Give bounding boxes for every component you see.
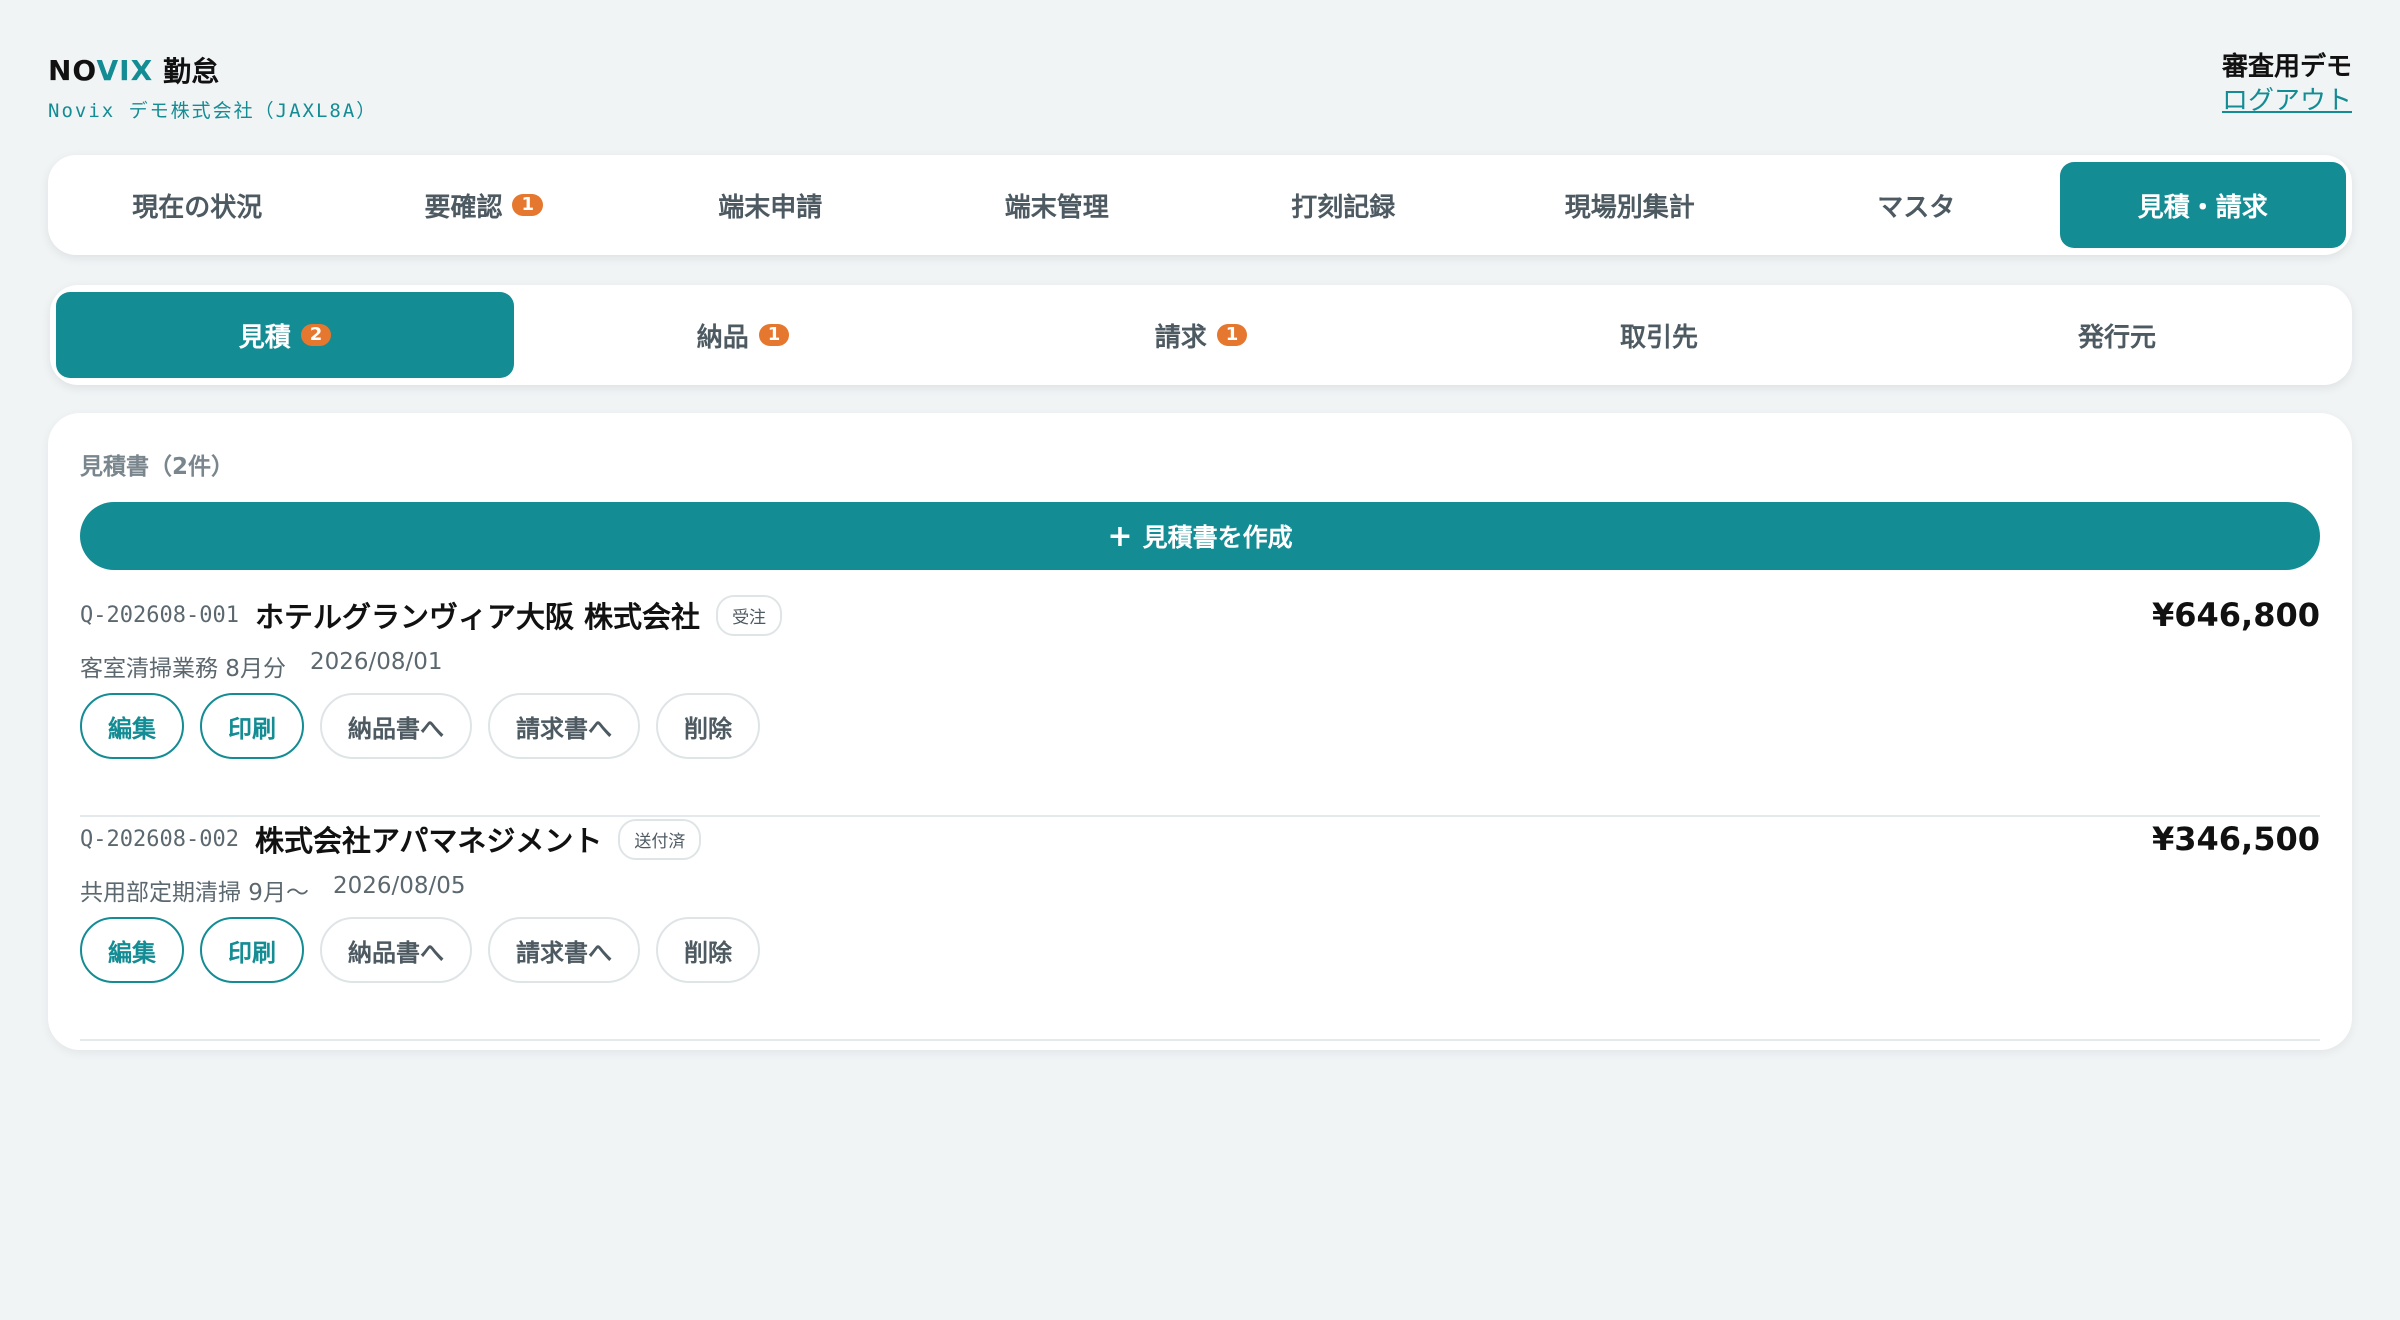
- logout-link[interactable]: ログアウト: [2222, 84, 2352, 118]
- main-nav: 現在の状況 要確認 1 端末申請 端末管理 打刻記録 現場別集計 マスタ 見積・請…: [48, 155, 2352, 255]
- subtab-invoices[interactable]: 請求 1: [972, 292, 1430, 378]
- quote-description: 客室清掃業務 8月分: [80, 656, 286, 682]
- tab-label: 端末申請: [718, 192, 823, 223]
- brand: NOVIX 勤怠: [48, 50, 219, 90]
- to-delivery-button[interactable]: 納品書へ: [320, 693, 472, 759]
- user-name: 審査用デモ: [2221, 52, 2352, 82]
- to-invoice-button[interactable]: 請求書へ: [488, 693, 640, 759]
- quote-date: 2026/08/01: [309, 649, 443, 675]
- edit-button[interactable]: 編集: [80, 917, 184, 983]
- header: NOVIX 勤怠 Novix デモ株式会社（JAXL8A） 審査用デモ ログアウ…: [48, 50, 2352, 130]
- sub-nav: 見積 2 納品 1 請求 1 取引先 発行元: [50, 285, 2352, 385]
- edit-button[interactable]: 編集: [80, 693, 184, 759]
- tab-label: マスタ: [1877, 192, 1956, 223]
- quote-client: 株式会社アパマネジメント: [254, 824, 603, 858]
- user-block: 審査用デモ ログアウト: [2222, 50, 2352, 118]
- brand-subtitle: 勤怠: [163, 55, 220, 88]
- delete-button[interactable]: 削除: [656, 917, 760, 983]
- quote-actions: 編集 印刷 納品書へ 請求書へ 削除: [80, 917, 760, 983]
- print-button[interactable]: 印刷: [200, 693, 304, 759]
- count-badge: 1: [758, 324, 790, 346]
- tab-punch-records[interactable]: 打刻記録: [1200, 162, 1487, 248]
- quote-amount: ¥346,500: [2151, 820, 2320, 858]
- subtab-quotes[interactable]: 見積 2: [56, 292, 514, 378]
- quote-header: Q-202608-002 株式会社アパマネジメント 送付済: [80, 817, 702, 861]
- tab-needs-review[interactable]: 要確認 1: [341, 162, 628, 248]
- plus-icon: +: [1107, 518, 1133, 554]
- quote-date: 2026/08/05: [332, 873, 466, 899]
- create-quote-label: 見積書を作成: [1142, 523, 1293, 552]
- to-delivery-button[interactable]: 納品書へ: [320, 917, 472, 983]
- tab-label: 請求: [1154, 322, 1207, 353]
- subtab-deliveries[interactable]: 納品 1: [514, 292, 972, 378]
- quote-item: Q-202608-001 ホテルグランヴィア大阪 株式会社 受注 ¥646,80…: [80, 593, 2320, 817]
- quote-actions: 編集 印刷 納品書へ 請求書へ 削除: [80, 693, 760, 759]
- tab-current-status[interactable]: 現在の状況: [54, 162, 341, 248]
- tab-label: 打刻記録: [1291, 192, 1396, 223]
- brand-logo-part2: VIX: [96, 53, 154, 87]
- quote-id: Q-202608-002: [80, 826, 239, 852]
- print-button[interactable]: 印刷: [200, 917, 304, 983]
- subtab-issuers[interactable]: 発行元: [1888, 292, 2346, 378]
- tab-site-summary[interactable]: 現場別集計: [1487, 162, 1774, 248]
- quote-client: ホテルグランヴィア大阪 株式会社: [254, 600, 701, 634]
- tab-label: 端末管理: [1004, 192, 1109, 223]
- count-badge: 1: [512, 194, 544, 216]
- to-invoice-button[interactable]: 請求書へ: [488, 917, 640, 983]
- quote-id: Q-202608-001: [80, 602, 239, 628]
- panel-title: 見積書（2件）: [80, 454, 235, 480]
- tab-label: 納品: [696, 322, 749, 353]
- company-name: Novix デモ株式会社（JAXL8A）: [48, 100, 378, 122]
- tab-label: 現在の状況: [132, 192, 263, 223]
- tab-label: 発行元: [2077, 322, 2156, 353]
- count-badge: 1: [1216, 324, 1248, 346]
- quote-details: 共用部定期清掃 9月〜 2026/08/05: [80, 873, 466, 907]
- tab-device-management[interactable]: 端末管理: [914, 162, 1201, 248]
- tab-quotes-billing[interactable]: 見積・請求: [2059, 162, 2346, 248]
- delete-button[interactable]: 削除: [656, 693, 760, 759]
- quote-description: 共用部定期清掃 9月〜: [80, 880, 309, 906]
- tab-device-requests[interactable]: 端末申請: [627, 162, 914, 248]
- app-root: NOVIX 勤怠 Novix デモ株式会社（JAXL8A） 審査用デモ ログアウ…: [0, 0, 2400, 1320]
- tab-label: 見積・請求: [2137, 192, 2268, 223]
- tab-label: 要確認: [424, 192, 503, 223]
- quote-details: 客室清掃業務 8月分 2026/08/01: [80, 649, 443, 683]
- status-badge: 送付済: [618, 818, 702, 860]
- tab-label: 見積: [238, 322, 291, 353]
- brand-logo-part1: NO: [48, 53, 97, 87]
- tab-label: 取引先: [1619, 322, 1698, 353]
- status-badge: 受注: [716, 594, 783, 636]
- create-quote-button[interactable]: + 見積書を作成: [80, 502, 2320, 570]
- subtab-clients[interactable]: 取引先: [1430, 292, 1888, 378]
- brand-logo: NOVIX: [48, 54, 153, 87]
- tab-master[interactable]: マスタ: [1773, 162, 2060, 248]
- tab-label: 現場別集計: [1564, 192, 1695, 223]
- quote-amount: ¥646,800: [2151, 596, 2320, 634]
- count-badge: 2: [300, 324, 332, 346]
- quotes-panel: 見積書（2件） + 見積書を作成 Q-202608-001 ホテルグランヴィア大…: [48, 413, 2352, 1050]
- quote-item: Q-202608-002 株式会社アパマネジメント 送付済 ¥346,500 共…: [80, 817, 2320, 1041]
- quote-header: Q-202608-001 ホテルグランヴィア大阪 株式会社 受注: [80, 593, 783, 637]
